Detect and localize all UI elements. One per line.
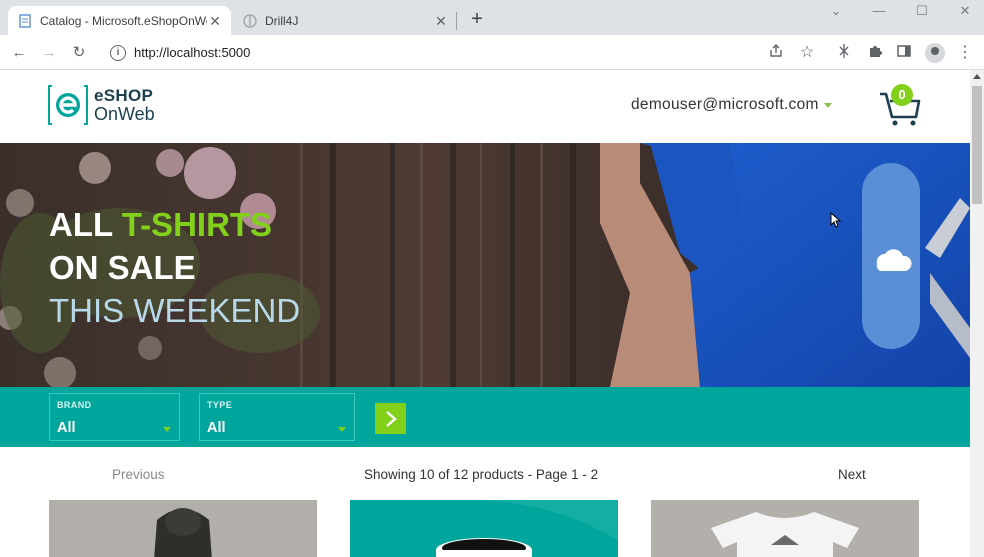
type-filter-select[interactable]: TYPE All <box>199 393 355 441</box>
share-icon[interactable] <box>766 43 786 63</box>
mouse-cursor-icon <box>830 212 842 228</box>
product-card-mug[interactable] <box>350 500 618 557</box>
user-email[interactable]: demouser@microsoft.com <box>631 96 819 114</box>
tab-title: Catalog - Microsoft.eShopOnWe <box>40 13 207 28</box>
scroll-up-icon[interactable] <box>973 74 981 79</box>
back-icon[interactable]: ← <box>9 43 29 63</box>
info-icon[interactable]: i <box>110 44 126 61</box>
catalog-filter-bar: BRAND All TYPE All <box>0 387 970 447</box>
brand-filter-select[interactable]: BRAND All <box>49 393 180 441</box>
product-image <box>651 500 919 557</box>
profile-avatar[interactable] <box>925 43 945 63</box>
product-image <box>49 500 317 557</box>
tab-drill4j[interactable]: Drill4J ✕ <box>233 6 457 35</box>
banner-line2: ON SALE <box>49 249 196 286</box>
drill-icon <box>243 13 257 28</box>
tab-search-icon[interactable]: ⌄ <box>826 3 846 19</box>
type-filter-value[interactable]: All <box>207 420 226 436</box>
minimize-icon[interactable]: — <box>869 3 889 19</box>
new-tab-button[interactable]: + <box>466 9 488 31</box>
close-icon[interactable]: ✕ <box>433 13 449 29</box>
tab-title: Drill4J <box>265 13 299 28</box>
product-card-tshirt[interactable] <box>651 500 919 557</box>
eshop-logo-mark <box>48 84 88 126</box>
arrow-right-icon <box>385 410 397 427</box>
banner-line1-green: T-SHIRTS <box>121 206 273 243</box>
type-filter-label: TYPE <box>207 400 233 410</box>
pagination-info: Showing 10 of 12 products - Page 1 - 2 <box>364 467 599 482</box>
url-text[interactable]: http://localhost:5000 <box>134 45 250 60</box>
scrollbar-thumb[interactable] <box>972 86 982 204</box>
side-panel-icon[interactable] <box>894 43 914 63</box>
forward-icon[interactable]: → <box>39 43 59 63</box>
chevron-down-icon <box>163 427 171 432</box>
maximize-icon[interactable]: ☐ <box>912 3 932 19</box>
brand-filter-label: BRAND <box>57 400 92 410</box>
window-close-icon[interactable]: ✕ <box>955 3 975 19</box>
banner-headline: ALL T-SHIRTS ON SALE THIS WEEKEND <box>49 203 300 332</box>
browser-toolbar: ← → ↻ i http://localhost:5000 ☆ ⋮ <box>0 35 984 70</box>
bookmark-star-icon[interactable]: ☆ <box>797 43 817 63</box>
browser-tabstrip: Catalog - Microsoft.eShopOnWe ✕ Drill4J … <box>0 0 984 35</box>
tab-catalog[interactable]: Catalog - Microsoft.eShopOnWe ✕ <box>8 6 231 35</box>
reload-icon[interactable]: ↻ <box>69 43 89 63</box>
previous-page-link[interactable]: Previous <box>112 467 165 482</box>
chevron-down-icon <box>823 102 832 108</box>
close-icon[interactable]: ✕ <box>207 13 223 29</box>
product-card-hoodie[interactable] <box>49 500 317 557</box>
eshop-logo[interactable]: eSHOP OnWeb <box>48 82 178 128</box>
page-scrollbar[interactable] <box>970 70 984 557</box>
cart-count-badge: 0 <box>891 84 913 106</box>
page-viewport: eSHOP OnWeb demouser@microsoft.com 0 ALL… <box>0 70 970 557</box>
logo-line2: OnWeb <box>94 104 155 124</box>
next-page-link[interactable]: Next <box>838 467 866 482</box>
drill-extension-icon[interactable] <box>834 43 854 63</box>
logo-line1: eSHOP <box>94 86 154 105</box>
banner-line1-white: ALL <box>49 206 122 243</box>
page-icon <box>18 13 32 28</box>
user-menu[interactable]: demouser@microsoft.com <box>631 96 832 114</box>
hero-banner: ALL T-SHIRTS ON SALE THIS WEEKEND <box>0 143 970 387</box>
address-bar[interactable]: i http://localhost:5000 <box>100 39 760 66</box>
tab-separator <box>456 12 457 30</box>
cart-button[interactable]: 0 <box>878 84 922 128</box>
chevron-down-icon <box>338 427 346 432</box>
extensions-puzzle-icon[interactable] <box>865 43 885 63</box>
menu-kebab-icon[interactable]: ⋮ <box>955 43 975 63</box>
apply-filter-button[interactable] <box>375 403 406 434</box>
banner-line3: THIS WEEKEND <box>49 292 301 329</box>
brand-filter-value[interactable]: All <box>57 420 76 436</box>
pagination-bar: Previous Showing 10 of 12 products - Pag… <box>0 447 970 499</box>
product-image <box>350 500 618 557</box>
